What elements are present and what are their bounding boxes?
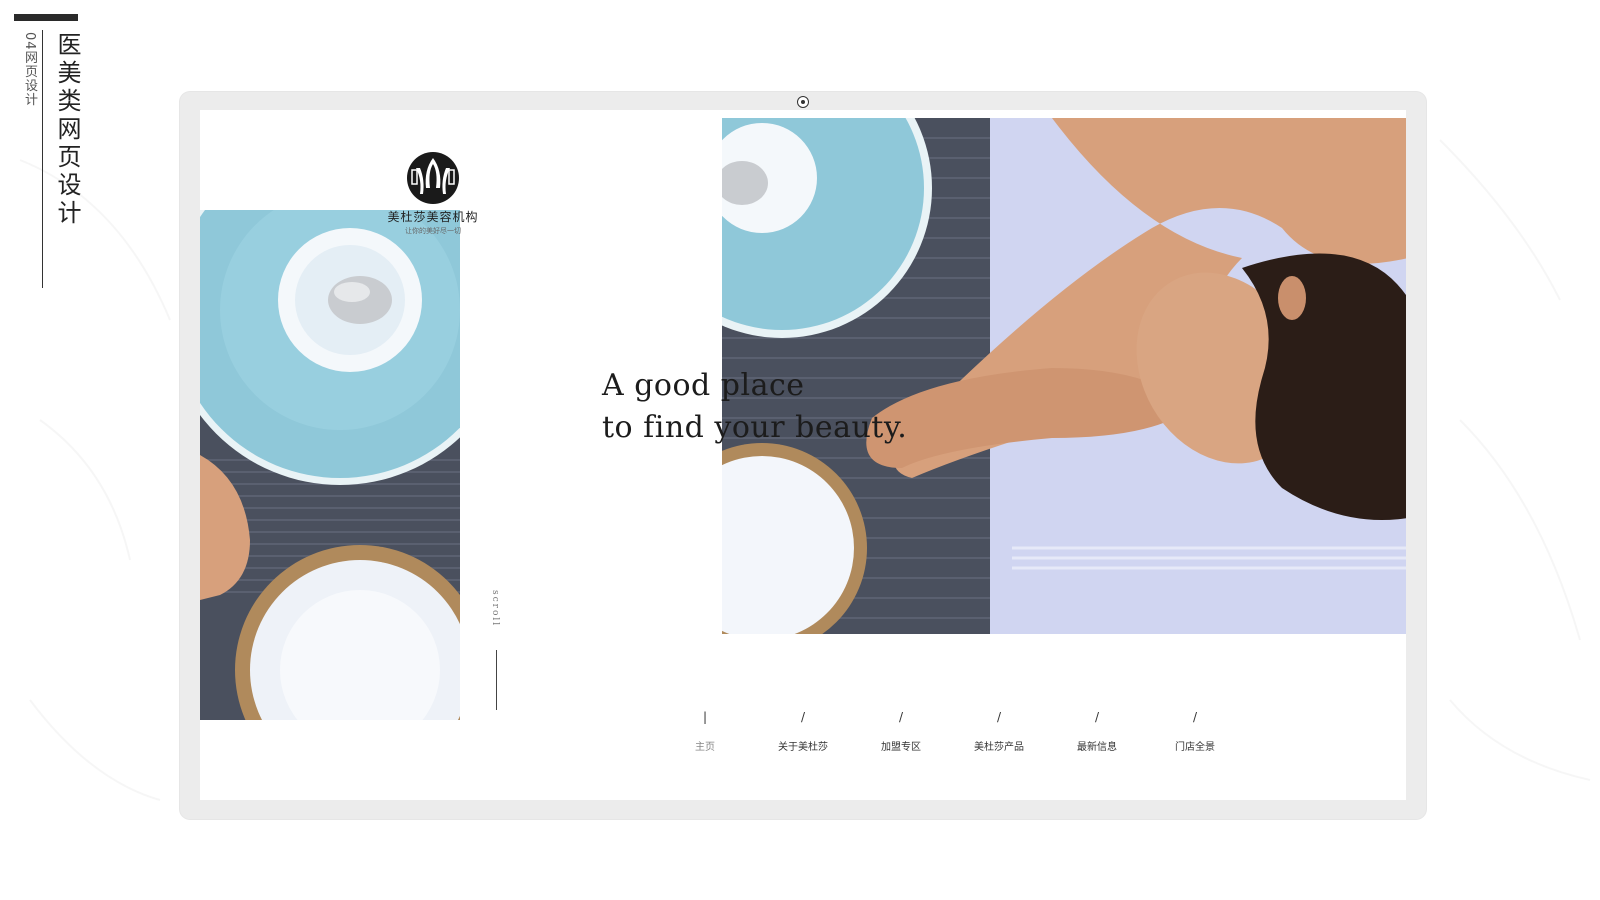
brand-tagline: 让你的美好尽一切	[405, 227, 461, 235]
headline-line-1: A good place	[602, 368, 805, 403]
nav-label: 美杜莎产品	[974, 742, 1024, 753]
scroll-hint[interactable]: scroll	[490, 590, 500, 627]
caption-divider	[42, 30, 43, 288]
main-nav: | 主页 / 关于美杜莎 / 加盟专区 / 美杜莎产品 / 最新信息 / 门店全…	[660, 710, 1220, 770]
nav-label: 关于美杜莎	[778, 742, 828, 753]
nav-mark: /	[1192, 710, 1198, 724]
brand-name: 美杜莎美容机构	[387, 210, 479, 224]
website-screen: 美杜莎美容机构 让你的美好尽一切 A good place to find yo…	[200, 110, 1406, 800]
hero-image-left	[200, 210, 460, 720]
nav-item-products[interactable]: / 美杜莎产品	[954, 710, 1044, 753]
headline-line-2: to find your beauty.	[602, 410, 908, 445]
nav-label: 加盟专区	[881, 742, 921, 753]
nav-item-about[interactable]: / 关于美杜莎	[758, 710, 848, 753]
nav-mark: |	[702, 710, 708, 724]
nav-label: 最新信息	[1077, 742, 1117, 753]
device-frame: 美杜莎美容机构 让你的美好尽一切 A good place to find yo…	[180, 92, 1426, 819]
brand-logo[interactable]: 美杜莎美容机构 让你的美好尽一切	[378, 150, 488, 236]
nav-mark: /	[996, 710, 1002, 724]
nav-mark: /	[1094, 710, 1100, 724]
nav-mark: /	[898, 710, 904, 724]
hero-headline: A good place to find your beauty.	[602, 365, 907, 449]
caption-section-number: 04网页设计	[22, 32, 37, 107]
nav-label: 门店全景	[1175, 742, 1215, 753]
logo-emblem-icon	[407, 152, 459, 204]
nav-item-news[interactable]: / 最新信息	[1052, 710, 1142, 753]
camera-icon	[797, 96, 809, 108]
caption-title: 医美类网页设计	[53, 32, 81, 228]
nav-label: 主页	[695, 742, 715, 753]
nav-item-franchise[interactable]: / 加盟专区	[856, 710, 946, 753]
nav-mark: /	[800, 710, 806, 724]
scroll-line	[496, 650, 497, 710]
nav-item-home[interactable]: | 主页	[660, 710, 750, 753]
nav-item-stores[interactable]: / 门店全景	[1150, 710, 1240, 753]
caption-bar	[14, 14, 78, 21]
